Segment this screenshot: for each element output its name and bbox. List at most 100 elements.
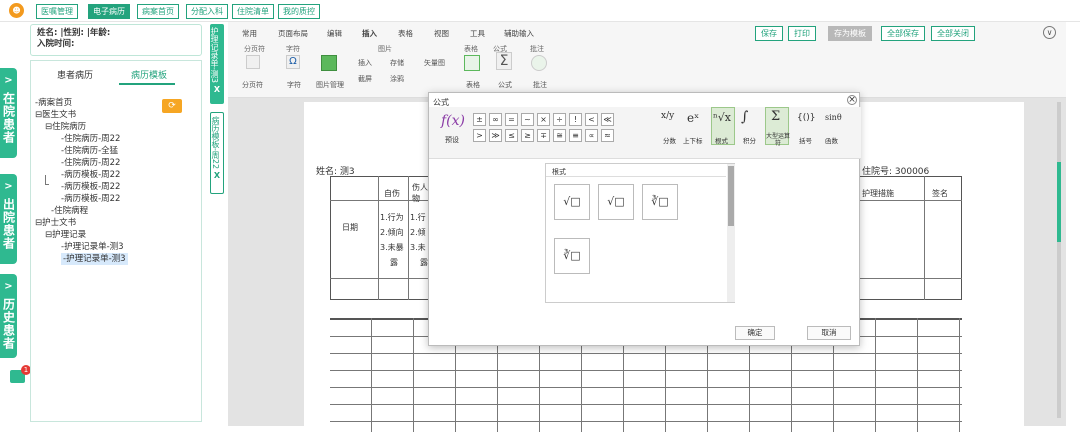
doc-tab-nursing-record[interactable]: 护理记录单-测3 X: [210, 24, 224, 104]
tree-item[interactable]: -住院病历-周22: [61, 133, 120, 145]
close-icon[interactable]: X: [210, 85, 224, 94]
sqrt-template[interactable]: √□: [554, 184, 590, 220]
symbol-button[interactable]: ∝: [585, 129, 598, 142]
fraction-icon[interactable]: x/y: [661, 111, 674, 121]
side-tab-history[interactable]: > 历史患者: [0, 274, 17, 358]
nav-case-homepage[interactable]: 病案首页: [137, 4, 179, 19]
collapse-chevron-icon[interactable]: ∨: [1043, 26, 1056, 39]
symbol-button[interactable]: !: [569, 113, 582, 126]
ribbon-item-vector[interactable]: 矢量图: [424, 58, 445, 68]
ribbon-item-doodle[interactable]: 涂鸦: [390, 74, 404, 84]
symbol-button[interactable]: ≅: [553, 129, 566, 142]
doc-tab-template[interactable]: 病历模板-周22 X: [210, 112, 224, 194]
ribbon-tab-tools[interactable]: 工具: [470, 28, 485, 39]
category-label: 积分: [743, 137, 756, 145]
tree-item[interactable]: -住院病历-全猛: [61, 145, 118, 157]
symbol-button[interactable]: ≡: [569, 129, 582, 142]
comment-icon[interactable]: [531, 55, 547, 71]
fx-icon[interactable]: f(x): [441, 113, 465, 129]
symbol-button[interactable]: ∞: [489, 113, 502, 126]
preset-label[interactable]: 预设: [445, 135, 459, 145]
save-all-button[interactable]: 全部保存: [881, 26, 925, 41]
tab-patient-records[interactable]: 患者病历: [57, 68, 93, 81]
symbol-button[interactable]: ≤: [505, 129, 518, 142]
ok-button[interactable]: 确定: [735, 326, 775, 340]
ribbon-tab-edit[interactable]: 编辑: [327, 28, 342, 39]
tree-item[interactable]: ⊟护理记录: [45, 229, 86, 241]
nav-inpatient-list[interactable]: 住院清单: [232, 4, 274, 19]
tree-item[interactable]: -病历模板-周22: [61, 193, 120, 205]
save-as-template-button[interactable]: 存为模板: [828, 26, 872, 41]
document-tree-panel: 患者病历 病历模板 ⟳ -病案首页 ⊟医生文书 ⊟住院病历 -住院病历-周22 …: [30, 60, 202, 422]
tree-item[interactable]: -住院病程: [51, 205, 88, 217]
symbol-button[interactable]: ∓: [537, 129, 550, 142]
scrollbar[interactable]: [727, 164, 735, 302]
side-tab-discharged[interactable]: > 出院患者: [0, 174, 17, 264]
ribbon-item-screenshot[interactable]: 截屏: [358, 74, 372, 84]
refresh-icon[interactable]: ⟳: [162, 99, 182, 113]
symbol-button[interactable]: <: [585, 113, 598, 126]
user-avatar-icon[interactable]: ☻: [9, 3, 24, 18]
symbol-button[interactable]: ≫: [489, 129, 502, 142]
cube-root-template-2[interactable]: ∛□: [554, 238, 590, 274]
symbol-button[interactable]: >: [473, 129, 486, 142]
close-icon[interactable]: ×: [847, 95, 857, 105]
nav-order-management[interactable]: 医嘱管理: [36, 4, 78, 19]
superscript-icon[interactable]: eˣ: [687, 111, 699, 125]
table-icon[interactable]: [464, 55, 480, 71]
cancel-button[interactable]: 取消: [807, 326, 851, 340]
symbol-button[interactable]: ≪: [601, 113, 614, 126]
tree-item[interactable]: -病历模板-周22: [61, 181, 120, 193]
nth-root-template[interactable]: √□: [598, 184, 634, 220]
ribbon-item-insert[interactable]: 插入: [358, 58, 372, 68]
close-icon[interactable]: X: [211, 171, 223, 180]
tree-item-selected[interactable]: -护理记录单-测3: [61, 253, 128, 265]
symbol-button[interactable]: ≈: [601, 129, 614, 142]
symbol-button[interactable]: ±: [473, 113, 486, 126]
nav-assign-admission[interactable]: 分配入科: [186, 4, 228, 19]
cube-root-template[interactable]: ∛□: [642, 184, 678, 220]
tree-item[interactable]: -病案首页: [35, 97, 72, 109]
side-tab-in-hospital[interactable]: > 在院患者: [0, 68, 17, 158]
page-break-icon[interactable]: [246, 55, 260, 69]
symbol-button[interactable]: ~: [521, 113, 534, 126]
function-icon[interactable]: sinθ: [825, 113, 842, 122]
nav-emr[interactable]: 电子病历: [88, 4, 130, 19]
symbol-button[interactable]: ≥: [521, 129, 534, 142]
doc-tab-label: 护理记录单-测3: [210, 27, 219, 83]
save-button[interactable]: 保存: [755, 26, 783, 41]
ribbon-tab-view[interactable]: 视图: [434, 28, 449, 39]
scrollbar[interactable]: [1057, 102, 1061, 418]
integral-icon[interactable]: ∫: [741, 109, 748, 125]
close-all-button[interactable]: 全部关闭: [931, 26, 975, 41]
symbol-button[interactable]: ×: [537, 113, 550, 126]
bracket-icon[interactable]: {()}: [797, 113, 815, 123]
print-button[interactable]: 打印: [788, 26, 816, 41]
ribbon-tab-insert[interactable]: 插入: [362, 28, 377, 39]
omega-icon[interactable]: Ω: [286, 55, 300, 69]
tree-item[interactable]: -住院病历-周22: [61, 157, 120, 169]
sigma-icon[interactable]: Σ: [771, 109, 780, 124]
tree-item[interactable]: ⊟住院病历: [45, 121, 86, 133]
tree-item[interactable]: -病历模板-周22: [61, 169, 120, 181]
symbol-button[interactable]: ÷: [553, 113, 566, 126]
radical-icon[interactable]: ⁿ√x: [713, 111, 731, 124]
tree-item[interactable]: ⊟医生文书: [35, 109, 76, 121]
image-management-icon[interactable]: [321, 55, 337, 71]
scrollbar-thumb[interactable]: [728, 166, 734, 226]
nav-quality-control[interactable]: 我的质控: [278, 4, 320, 19]
tab-record-templates[interactable]: 病历模板: [131, 68, 167, 81]
ribbon-tab-table[interactable]: 表格: [398, 28, 413, 39]
ribbon-tab-common[interactable]: 常用: [242, 28, 257, 39]
symbol-button[interactable]: =: [505, 113, 518, 126]
ribbon-tab-layout[interactable]: 页面布局: [278, 28, 308, 39]
header-nursing-measures: 护理措施: [862, 189, 894, 198]
formula-icon[interactable]: Σ: [496, 52, 512, 70]
tree-item[interactable]: -护理记录单-测3: [61, 241, 124, 253]
ribbon-tab-assist-input[interactable]: 辅助输入: [504, 28, 534, 39]
scrollbar-thumb[interactable]: [1057, 162, 1061, 242]
ribbon: 常用 页面布局 编辑 插入 表格 视图 工具 辅助输入 分页符 字符 图片 表格…: [228, 22, 1066, 98]
ribbon-item-save[interactable]: 存储: [390, 58, 404, 68]
table-line: [408, 176, 409, 300]
tree-item[interactable]: ⊟护士文书: [35, 217, 76, 229]
